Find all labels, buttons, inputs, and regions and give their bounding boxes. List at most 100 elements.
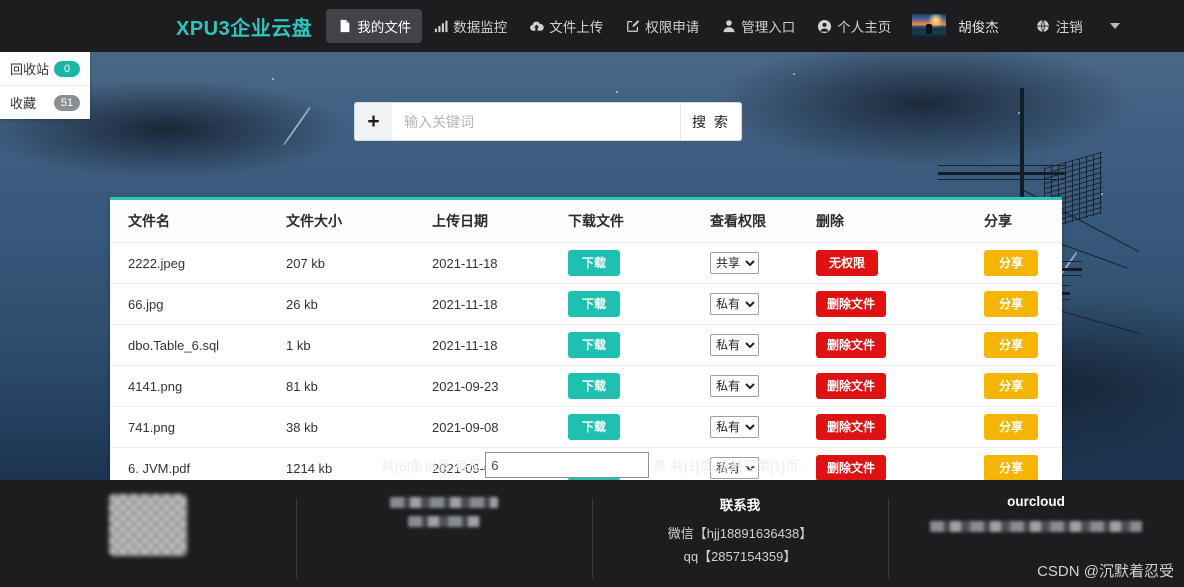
cloud-upload-icon <box>529 19 544 34</box>
delete-file-button[interactable]: 删除文件 <box>816 414 886 440</box>
cell-upload-date-text: 2021-09-08 <box>432 420 499 435</box>
cell-permission: 私有共享 <box>710 243 816 284</box>
sidebar: 回收站 0 收藏 51 <box>0 52 90 119</box>
no-permission-button[interactable]: 无权限 <box>816 250 878 276</box>
permission-select[interactable]: 私有共享 <box>710 416 759 438</box>
nav-item-permission-request[interactable]: 权限申请 <box>614 9 710 43</box>
sidebar-label-favorites: 收藏 <box>10 93 36 112</box>
col-header-size: 文件大小 <box>286 200 432 243</box>
permission-select[interactable]: 私有共享 <box>710 252 759 274</box>
cell-permission: 私有共享 <box>710 366 816 407</box>
cell-upload-date: 2021-09-08 <box>432 407 568 448</box>
cell-file-name-text: 66.jpg <box>128 297 163 312</box>
nav-item-personal-home[interactable]: 个人主页 <box>806 9 902 43</box>
add-file-button[interactable]: + <box>354 102 392 141</box>
sidebar-badge-favorites: 51 <box>54 95 80 111</box>
caret-down-icon[interactable] <box>1110 23 1120 29</box>
delete-file-button[interactable]: 删除文件 <box>816 332 886 358</box>
plus-icon: + <box>367 111 379 132</box>
col-header-share: 分享 <box>984 200 1062 243</box>
download-button[interactable]: 下载 <box>568 291 620 317</box>
cell-delete: 删除文件 <box>816 284 984 325</box>
cell-upload-date-text: 2021-09-23 <box>432 379 499 394</box>
nav-item-file-upload[interactable]: 文件上传 <box>518 9 614 43</box>
nav-label-logout: 注销 <box>1056 16 1083 36</box>
cell-file-name-text: dbo.Table_6.sql <box>128 338 219 353</box>
permission-select[interactable]: 私有共享 <box>710 375 759 397</box>
nav-item-logout[interactable]: 注销 <box>1025 9 1094 43</box>
delete-file-button[interactable]: 删除文件 <box>816 291 886 317</box>
cell-upload-date: 2021-11-18 <box>432 325 568 366</box>
footer-col-contact: 联系我 微信【hjj18891636438】 qq【2857154359】 <box>592 494 888 569</box>
footer-qq: qq【2857154359】 <box>602 546 878 565</box>
cell-share: 分享 <box>984 243 1062 284</box>
nav-item-admin-entry[interactable]: 管理入口 <box>710 9 806 43</box>
col-header-delete: 删除 <box>816 200 984 243</box>
download-button[interactable]: 下载 <box>568 332 620 358</box>
cell-download: 下载 <box>568 407 710 448</box>
cell-delete: 无权限 <box>816 243 984 284</box>
sidebar-item-favorites[interactable]: 收藏 51 <box>0 86 90 119</box>
file-table: 文件名 文件大小 上传日期 下载文件 查看权限 删除 分享 2222.jpeg2… <box>110 200 1062 480</box>
cell-share: 分享 <box>984 366 1062 407</box>
file-icon <box>337 19 352 34</box>
nav-label-permission-request: 权限申请 <box>645 16 699 36</box>
nav-label-personal-home: 个人主页 <box>837 16 891 36</box>
nav-item-my-files[interactable]: 我的文件 <box>326 9 422 43</box>
sidebar-badge-recycle-bin: 0 <box>54 61 80 77</box>
cell-share: 分享 <box>984 407 1062 448</box>
footer-col-blurred <box>296 494 592 532</box>
cell-file-size-text: 26 kb <box>286 297 318 312</box>
table-row: 2222.jpeg207 kb2021-11-18下载私有共享无权限分享 <box>110 243 1062 284</box>
col-header-name: 文件名 <box>110 200 286 243</box>
globe-icon <box>1036 19 1051 34</box>
search-button[interactable]: 搜 索 <box>680 102 742 141</box>
avatar[interactable] <box>912 14 946 38</box>
cell-download: 下载 <box>568 366 710 407</box>
cell-download: 下载 <box>568 284 710 325</box>
cell-file-size: 38 kb <box>286 407 432 448</box>
share-button[interactable]: 分享 <box>984 414 1038 440</box>
share-button[interactable]: 分享 <box>984 250 1038 276</box>
table-row: dbo.Table_6.sql1 kb2021-11-18下载私有共享删除文件分… <box>110 325 1062 366</box>
share-button[interactable]: 分享 <box>984 373 1038 399</box>
nav-label-data-monitor: 数据监控 <box>453 16 507 36</box>
footer-col-ourcloud: ourcloud <box>888 494 1184 537</box>
username-label: 胡俊杰 <box>958 16 999 36</box>
download-button[interactable]: 下载 <box>568 373 620 399</box>
download-button[interactable]: 下载 <box>568 250 620 276</box>
footer-blurred-text <box>306 513 582 528</box>
cell-delete: 删除文件 <box>816 366 984 407</box>
share-button[interactable]: 分享 <box>984 332 1038 358</box>
sidebar-label-recycle-bin: 回收站 <box>10 59 49 78</box>
permission-select[interactable]: 私有共享 <box>710 293 759 315</box>
nav-item-data-monitor[interactable]: 数据监控 <box>422 9 518 43</box>
cell-file-size-text: 207 kb <box>286 256 325 271</box>
qr-code-image <box>109 494 187 556</box>
cell-file-name: 4141.png <box>110 366 286 407</box>
table-header-row: 文件名 文件大小 上传日期 下载文件 查看权限 删除 分享 <box>110 200 1062 243</box>
footer-wechat: 微信【hjj18891636438】 <box>602 523 878 542</box>
cell-file-name-text: 741.png <box>128 420 175 435</box>
table-row: 66.jpg26 kb2021-11-18下载私有共享删除文件分享 <box>110 284 1062 325</box>
brand-logo[interactable]: XPU3企业云盘 <box>176 12 312 41</box>
cell-upload-date: 2021-11-18 <box>432 243 568 284</box>
cell-delete: 删除文件 <box>816 407 984 448</box>
sidebar-item-recycle-bin[interactable]: 回收站 0 <box>0 52 90 86</box>
cell-file-name: 66.jpg <box>110 284 286 325</box>
file-table-card: 文件名 文件大小 上传日期 下载文件 查看权限 删除 分享 2222.jpeg2… <box>110 197 1062 480</box>
search-bar: + 搜 索 <box>354 102 742 141</box>
nav-label-file-upload: 文件上传 <box>549 16 603 36</box>
search-input[interactable] <box>392 102 680 141</box>
footer-ourcloud-title: ourcloud <box>898 494 1174 509</box>
page-size-input[interactable] <box>485 452 649 478</box>
download-button[interactable]: 下载 <box>568 414 620 440</box>
footer-blurred-title <box>306 494 582 509</box>
share-button[interactable]: 分享 <box>984 291 1038 317</box>
chart-bars-icon <box>433 19 448 34</box>
permission-select[interactable]: 私有共享 <box>710 334 759 356</box>
delete-file-button[interactable]: 删除文件 <box>816 373 886 399</box>
cell-upload-date: 2021-09-23 <box>432 366 568 407</box>
cell-delete: 删除文件 <box>816 325 984 366</box>
csdn-watermark: CSDN @沉默着忍受 <box>1037 560 1174 581</box>
